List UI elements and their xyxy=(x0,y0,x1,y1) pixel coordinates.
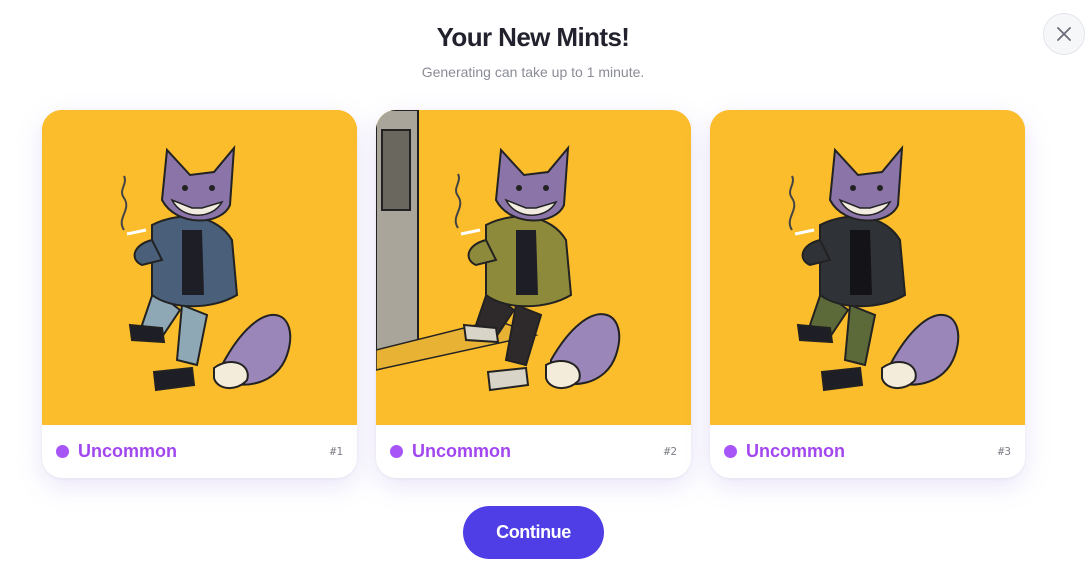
close-button[interactable] xyxy=(1043,13,1085,55)
mint-number: #2 xyxy=(663,445,677,458)
rarity-dot xyxy=(56,445,69,458)
close-icon xyxy=(1057,27,1071,41)
rarity-dot xyxy=(390,445,403,458)
mint-card[interactable]: Uncommon #1 xyxy=(42,110,357,478)
rarity-label: Uncommon xyxy=(412,441,511,461)
mint-number: #3 xyxy=(997,445,1011,458)
card-footer: Uncommon #2 xyxy=(376,425,691,478)
modal-subtitle: Generating can take up to 1 minute. xyxy=(421,64,645,80)
card-footer: Uncommon #1 xyxy=(42,425,357,478)
rarity-label: Uncommon xyxy=(746,441,845,461)
continue-button[interactable]: Continue xyxy=(463,506,604,559)
rarity-label: Uncommon xyxy=(78,441,177,461)
rarity-dot xyxy=(724,445,737,458)
mint-card[interactable]: Uncommon #3 xyxy=(710,110,1025,478)
card-footer: Uncommon #3 xyxy=(710,425,1025,478)
mint-card[interactable]: Uncommon #2 xyxy=(376,110,691,478)
nft-image xyxy=(376,110,691,425)
nft-image xyxy=(42,110,357,425)
nft-image xyxy=(710,110,1025,425)
modal-title: Your New Mints! xyxy=(436,22,630,52)
mint-number: #1 xyxy=(329,445,343,458)
